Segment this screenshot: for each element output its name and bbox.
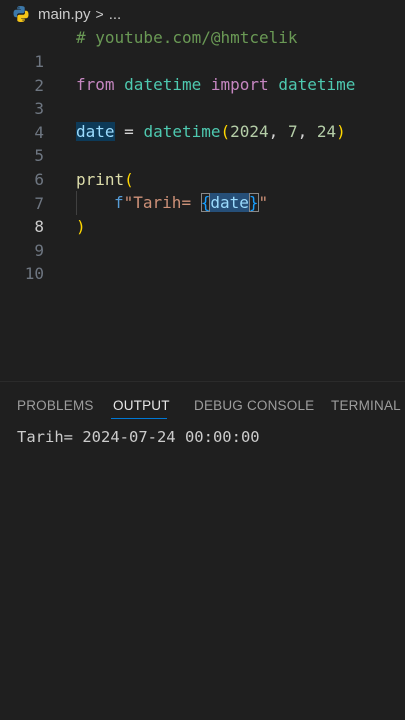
active-tab-indicator	[111, 418, 167, 419]
code-editor[interactable]: 1 # youtube.com/@hmtcelik 2 3 from datet…	[0, 28, 405, 380]
close-paren: )	[76, 217, 86, 236]
close-paren: )	[336, 122, 346, 141]
output-text: Tarih= 2024-07-24 00:00:00	[17, 428, 260, 446]
tab-debug-console[interactable]: DEBUG CONSOLE	[194, 398, 314, 413]
code-line[interactable]: 6	[0, 144, 405, 189]
chevron-right-icon: >	[95, 6, 104, 22]
code-line-active[interactable]: 8 f"Tarih= {date}"	[0, 191, 405, 236]
tab-problems[interactable]: PROBLEMS	[17, 398, 94, 413]
tab-output[interactable]: OUTPUT	[113, 398, 170, 413]
open-paren: (	[124, 170, 134, 189]
day-number: 24	[316, 122, 337, 141]
breadcrumb: main.py > ...	[0, 0, 405, 28]
string-end: "	[258, 193, 269, 212]
assign-operator: =	[114, 122, 144, 141]
module-token: datetime	[124, 75, 202, 94]
tab-terminal[interactable]: TERMINAL	[331, 398, 401, 413]
panel-tabs: PROBLEMS OUTPUT DEBUG CONSOLE TERMINAL	[0, 392, 405, 420]
code-line[interactable]: 7 print(	[0, 168, 405, 213]
variable-date: date	[76, 122, 115, 141]
comma: ,	[268, 122, 288, 141]
string-token: "Tarih=	[123, 193, 201, 212]
brace-close: }	[248, 193, 259, 212]
fstring-variable: date	[210, 193, 249, 212]
fstring-prefix: f	[114, 193, 124, 212]
breadcrumb-ellipsis[interactable]: ...	[109, 6, 122, 23]
code-line[interactable]: 5 date = datetime(2024, 7, 24)	[0, 120, 405, 165]
code-line[interactable]: 10	[0, 238, 405, 283]
python-file-icon	[13, 6, 29, 22]
comment-token: # youtube.com/@hmtcelik	[76, 28, 298, 47]
open-paren: (	[220, 122, 231, 141]
code-line[interactable]: 4	[0, 97, 405, 142]
panel-divider[interactable]	[0, 381, 405, 382]
keyword-from: from	[76, 75, 115, 94]
print-function: print	[76, 170, 125, 189]
code-line[interactable]: 2	[0, 50, 405, 95]
code-line[interactable]: 3 from datetime import datetime	[0, 73, 405, 118]
ctor-token: datetime	[143, 122, 221, 141]
comma: ,	[297, 122, 317, 141]
month-number: 7	[287, 122, 298, 141]
imported-token: datetime	[278, 75, 356, 94]
keyword-import: import	[210, 75, 269, 94]
brace-open: {	[200, 193, 211, 212]
breadcrumb-file[interactable]: main.py	[38, 6, 91, 23]
code-line[interactable]: 1 # youtube.com/@hmtcelik	[0, 26, 405, 71]
code-line[interactable]: 9 )	[0, 215, 405, 260]
line-number: 10	[24, 264, 44, 283]
year-number: 2024	[230, 122, 269, 141]
